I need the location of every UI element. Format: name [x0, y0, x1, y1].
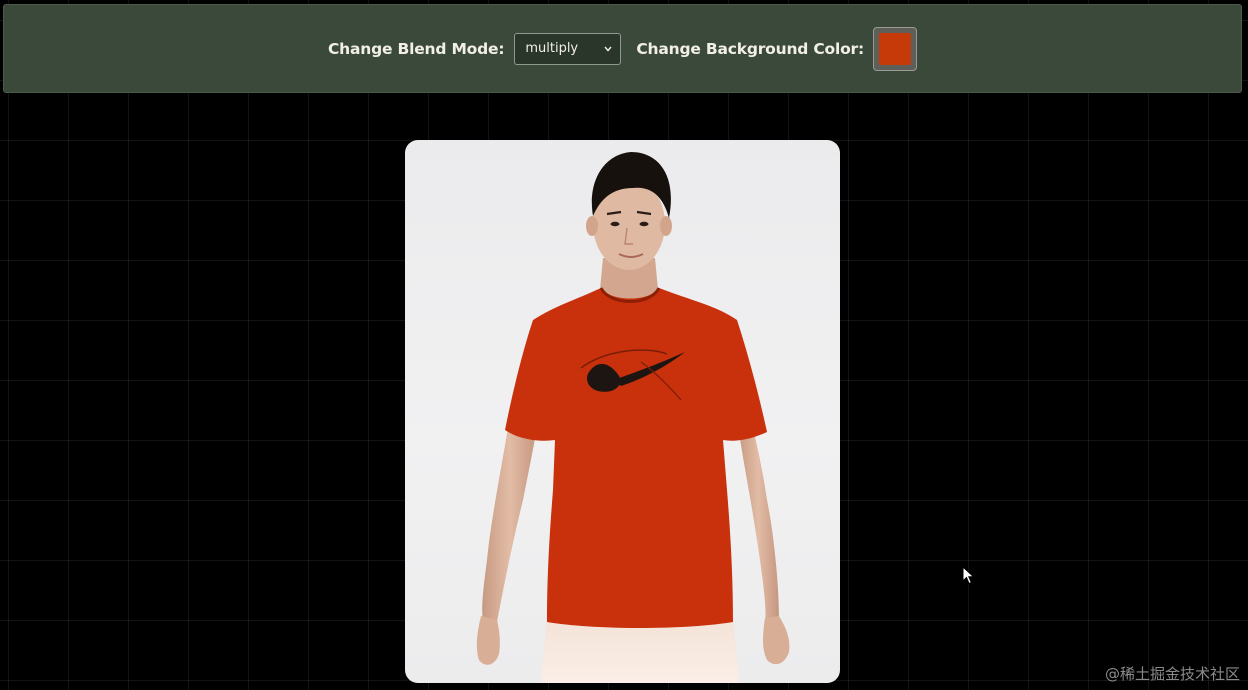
watermark: @稀土掘金技术社区: [1104, 665, 1240, 683]
blend-mode-value: multiply: [525, 41, 579, 56]
chevron-down-icon: [604, 46, 612, 52]
background-color-label: Change Background Color:: [636, 39, 864, 58]
product-image-card: [405, 140, 840, 683]
background-color-picker[interactable]: [873, 26, 917, 71]
canvas-area: Change Blend Mode: multiply Change Backg…: [0, 0, 1248, 690]
blend-mode-select[interactable]: multiply: [514, 32, 622, 65]
color-swatch-fill: [879, 32, 911, 65]
mouse-cursor-icon: [962, 566, 975, 585]
model-photo: [476, 152, 790, 683]
toolbar: Change Blend Mode: multiply Change Backg…: [3, 4, 1242, 93]
blend-mode-label: Change Blend Mode:: [327, 39, 505, 58]
